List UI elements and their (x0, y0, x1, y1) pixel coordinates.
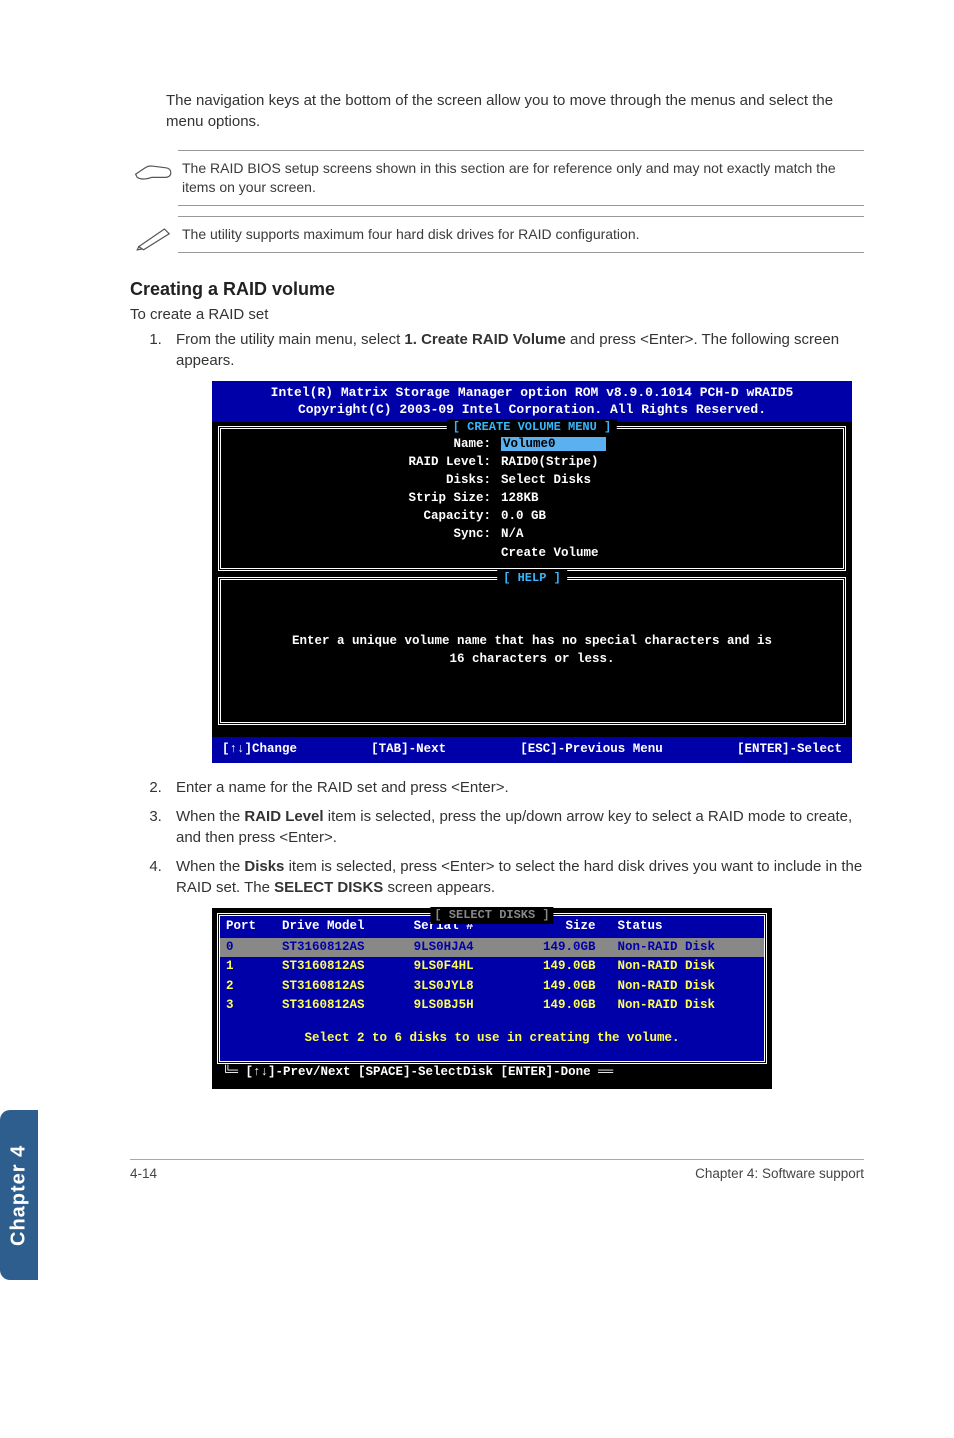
table-row[interactable]: 0ST3160812AS9LS0HJA4149.0GBNon-RAID Disk (220, 938, 764, 958)
step-3: When the RAID Level item is selected, pr… (166, 806, 864, 848)
footer-next: [TAB]-Next (371, 741, 446, 759)
bios-header-line2: Copyright(C) 2003-09 Intel Corporation. … (212, 401, 852, 419)
intro-paragraph: The navigation keys at the bottom of the… (166, 90, 864, 132)
bios-create-volume-frame: [ CREATE VOLUME MENU ] Name:Volume0 RAID… (218, 426, 846, 571)
footer-select: [ENTER]-Select (737, 741, 842, 759)
disk-table: Port Drive Model Serial # Size Status 0S… (220, 916, 764, 1016)
label-strip-size: Strip Size: (231, 489, 501, 507)
bios-select-disks-screen: [ SELECT DISKS ] Port Drive Model Serial… (212, 908, 772, 1089)
bios-header-line1: Intel(R) Matrix Storage Manager option R… (212, 384, 852, 402)
step3-bold: RAID Level (244, 808, 323, 825)
create-volume-action[interactable]: Create Volume (501, 544, 599, 562)
label-disks: Disks: (231, 471, 501, 489)
steps-list: From the utility main menu, select 1. Cr… (130, 329, 864, 1089)
step-4: When the Disks item is selected, press <… (166, 856, 864, 1089)
bios2-msg: Select 2 to 6 disks to use in creating t… (220, 1016, 764, 1062)
table-row[interactable]: 2ST3160812AS3LS0JYL8149.0GBNon-RAID Disk (220, 977, 764, 997)
bios-header: Intel(R) Matrix Storage Manager option R… (212, 381, 852, 422)
sub-intro: To create a RAID set (130, 306, 864, 323)
chapter-label: Chapter 4: Software support (695, 1166, 864, 1181)
value-sync: N/A (501, 525, 524, 543)
col-model: Drive Model (276, 916, 408, 938)
bios2-title: [ SELECT DISKS ] (430, 907, 553, 924)
step1-bold: 1. Create RAID Volume (404, 331, 565, 348)
step4-bold1: Disks (244, 858, 284, 875)
note-text-1: The RAID BIOS setup screens shown in thi… (178, 150, 864, 206)
section-title: Creating a RAID volume (130, 279, 864, 300)
value-name-pad (558, 437, 606, 451)
value-capacity[interactable]: 0.0 GB (501, 507, 546, 525)
table-row[interactable]: 1ST3160812AS9LS0F4HL149.0GBNon-RAID Disk (220, 957, 764, 977)
col-status: Status (612, 916, 764, 938)
bios-create-volume-screen: Intel(R) Matrix Storage Manager option R… (212, 381, 852, 763)
step4-prefix: When the (176, 858, 244, 875)
bios-footer: [↑↓]Change [TAB]-Next [ESC]-Previous Men… (212, 737, 852, 764)
step4-suffix: screen appears. (383, 879, 495, 896)
label-capacity: Capacity: (231, 507, 501, 525)
step-2: Enter a name for the RAID set and press … (166, 777, 864, 798)
col-port: Port (220, 916, 276, 938)
chapter-tab: Chapter 4 (0, 1110, 38, 1280)
pen-icon (130, 216, 178, 252)
bios-frame1-title: [ CREATE VOLUME MENU ] (447, 419, 617, 436)
footer-change: [↑↓]Change (222, 741, 297, 759)
note-block-1: The RAID BIOS setup screens shown in thi… (130, 150, 864, 206)
step3-prefix: When the (176, 808, 244, 825)
help-line2: 16 characters or less. (292, 651, 772, 669)
step1-prefix: From the utility main menu, select (176, 331, 404, 348)
label-name: Name: (231, 435, 501, 453)
page-number: 4-14 (130, 1166, 157, 1181)
bios-help-frame: [ HELP ] Enter a unique volume name that… (218, 577, 846, 725)
step-1: From the utility main menu, select 1. Cr… (166, 329, 864, 763)
bios-frame2-title: [ HELP ] (497, 570, 567, 587)
step4-bold2: SELECT DISKS (274, 879, 383, 896)
value-strip-size[interactable]: 128KB (501, 489, 539, 507)
note-block-2: The utility supports maximum four hard d… (130, 216, 864, 253)
value-raid-level[interactable]: RAID0(Stripe) (501, 453, 599, 471)
footer-prev: [ESC]-Previous Menu (520, 741, 663, 759)
help-line1: Enter a unique volume name that has no s… (292, 633, 772, 651)
note-text-2: The utility supports maximum four hard d… (178, 216, 864, 253)
label-sync: Sync: (231, 525, 501, 543)
page-footer: 4-14 Chapter 4: Software support (130, 1159, 864, 1181)
bios2-footer: ╚═ [↑↓]-Prev/Next [SPACE]-SelectDisk [EN… (217, 1064, 767, 1084)
value-disks[interactable]: Select Disks (501, 471, 591, 489)
value-name[interactable]: Volume0 (501, 437, 558, 451)
table-row[interactable]: 3ST3160812AS9LS0BJ5H149.0GBNon-RAID Disk (220, 996, 764, 1016)
hand-icon (130, 150, 178, 186)
label-raid-level: RAID Level: (231, 453, 501, 471)
